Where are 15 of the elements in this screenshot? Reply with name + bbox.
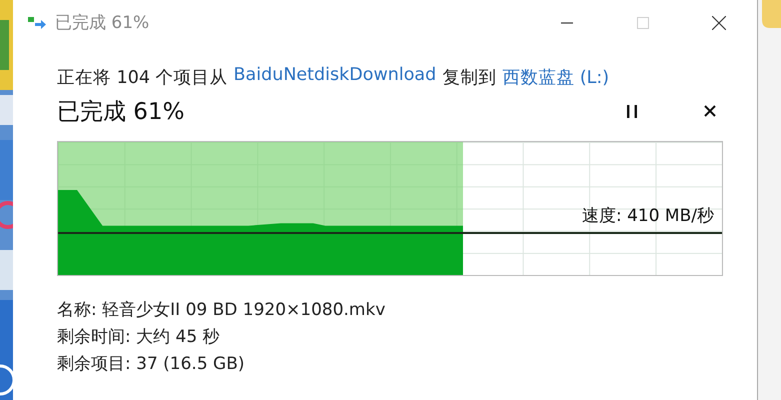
copy-label: 正在将 104 个项目从 [57, 67, 228, 89]
detail-text: 名称: 轻音少女II 09 BD 1920×1080.mkv [57, 299, 386, 321]
copy-label: 复制到 [442, 67, 496, 89]
maximize-icon [637, 16, 649, 28]
pause-icon [627, 104, 637, 118]
source-link[interactable]: BaiduNetdiskDownload [234, 65, 436, 89]
progress-status: 已完成 61% [57, 98, 184, 126]
window-title: 已完成 61% [55, 12, 150, 34]
speed-label: 速度: 410 MB/秒 [582, 205, 714, 227]
close-icon [712, 16, 726, 30]
copy-icon [28, 16, 46, 30]
detail-text: 剩余时间: 大约 45 秒 [57, 326, 221, 348]
destination-link[interactable]: 西数蓝盘 (L:) [502, 65, 610, 89]
close-icon [704, 105, 716, 117]
detail-text: 剩余项目: 37 (16.5 GB) [57, 353, 246, 375]
